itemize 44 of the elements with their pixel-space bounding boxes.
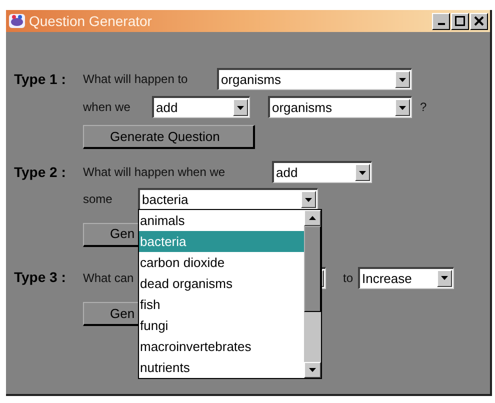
scroll-up-button[interactable] bbox=[304, 210, 321, 226]
down-arrow-icon bbox=[399, 106, 406, 110]
question-mark: ? bbox=[420, 99, 427, 116]
prompt-text: What will happen when we bbox=[83, 164, 226, 182]
up-arrow-icon bbox=[309, 216, 316, 220]
dropdown-arrow-button[interactable] bbox=[395, 99, 410, 116]
dropdown-option[interactable]: bacteria bbox=[139, 231, 304, 252]
dropdown-field[interactable]: add bbox=[272, 161, 372, 184]
connector-text: some bbox=[83, 191, 114, 208]
minimize-icon bbox=[438, 23, 444, 25]
close-icon bbox=[474, 16, 484, 26]
scroll-down-button[interactable] bbox=[304, 362, 321, 378]
maximize-button[interactable] bbox=[451, 12, 469, 30]
dropdown-arrow-button[interactable] bbox=[301, 191, 316, 208]
type-label: Type 3 : bbox=[14, 268, 67, 287]
dropdown-field[interactable]: add bbox=[152, 96, 250, 118]
dropdown-field[interactable]: bacteria bbox=[138, 188, 318, 210]
dropdown-field[interactable]: organisms bbox=[217, 68, 412, 90]
type-label: Type 2 : bbox=[14, 162, 67, 182]
connector-text: to bbox=[343, 270, 354, 286]
app-icon bbox=[8, 12, 26, 30]
down-arrow-icon bbox=[399, 78, 406, 82]
down-arrow-icon bbox=[237, 106, 244, 110]
minimize-button[interactable] bbox=[432, 12, 450, 30]
maximize-icon bbox=[455, 16, 465, 26]
connector-text: when we bbox=[83, 99, 132, 116]
close-button[interactable] bbox=[470, 12, 488, 30]
prompt-text: What will happen to bbox=[83, 71, 189, 88]
dropdown-arrow-button[interactable] bbox=[437, 270, 452, 286]
dropdown-arrow-button[interactable] bbox=[355, 164, 370, 182]
down-arrow-icon bbox=[441, 276, 448, 280]
dropdown-field[interactable]: Increase bbox=[358, 266, 454, 288]
generate-question-button[interactable]: Generate Question bbox=[83, 125, 255, 150]
down-arrow-icon bbox=[305, 198, 312, 202]
window-title: Question Generator bbox=[29, 12, 152, 31]
down-arrow-icon bbox=[359, 170, 366, 175]
prompt-text: What can bbox=[83, 270, 135, 286]
scrollbar-thumb[interactable] bbox=[304, 226, 321, 312]
down-arrow-icon bbox=[309, 368, 316, 372]
dropdown-field[interactable]: organisms bbox=[268, 96, 412, 118]
dropdown-arrow-button[interactable] bbox=[233, 99, 248, 116]
type-label: Type 1 : bbox=[14, 70, 67, 89]
scrollbar[interactable] bbox=[304, 210, 321, 378]
dropdown-arrow-button[interactable] bbox=[395, 71, 410, 88]
